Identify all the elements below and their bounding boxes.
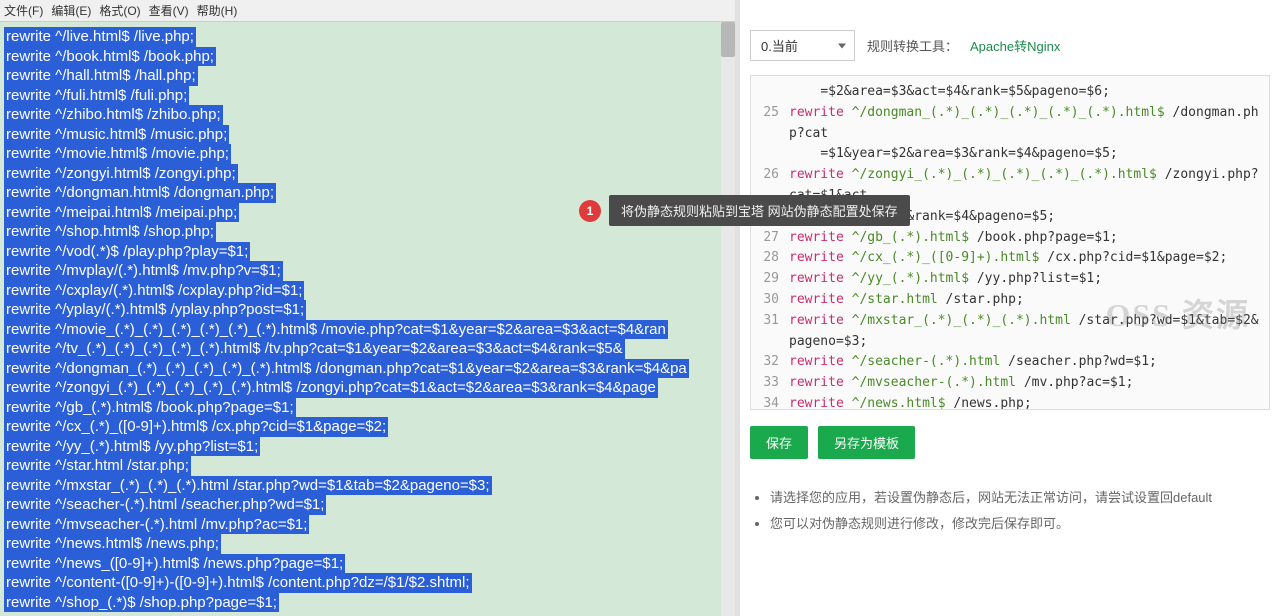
editor-line[interactable]: rewrite ^/gb_(.*).html$ /book.php?page=$… [4,398,296,418]
menu-item[interactable]: 帮助(H) [197,2,238,19]
apache-nginx-link[interactable]: Apache转Nginx [970,36,1060,55]
editor-line[interactable]: rewrite ^/tv_(.*)_(.*)_(.*)_(.*)_(.*).ht… [4,339,625,359]
code-line[interactable]: 34rewrite ^/news.html$ /news.php; [751,394,1269,410]
scroll-thumb[interactable] [721,22,735,57]
menu-item[interactable]: 文件(F) [4,2,43,19]
help-tips: 请选择您的应用，若设置伪静态后，网站无法正常访问，请尝试设置回default您可… [750,475,1270,547]
code-line[interactable]: 25rewrite ^/dongman_(.*)_(.*)_(.*)_(.*)_… [751,103,1269,145]
button-row: 保存 另存为模板 [750,410,1270,475]
text-editor[interactable]: rewrite ^/live.html$ /live.php;rewrite ^… [0,22,735,616]
editor-line[interactable]: rewrite ^/movie.html$ /movie.php; [4,144,231,164]
right-config-panel: 0.当前 规则转换工具： Apache转Nginx =$2&area=$3&ac… [740,0,1280,616]
editor-line[interactable]: rewrite ^/mvseacher-(.*).html /mv.php?ac… [4,515,309,535]
save-template-button[interactable]: 另存为模板 [818,426,915,459]
scrollbar[interactable] [721,22,735,616]
code-line[interactable]: 27rewrite ^/gb_(.*).html$ /book.php?page… [751,228,1269,249]
code-line[interactable]: =$2&area=$3&act=$4&rank=$5&pageno=$6; [751,82,1269,103]
editor-line[interactable]: rewrite ^/music.html$ /music.php; [4,125,229,145]
menu-item[interactable]: 格式(O) [99,2,140,19]
editor-line[interactable]: rewrite ^/yplay/(.*).html$ /yplay.php?po… [4,300,306,320]
editor-line[interactable]: rewrite ^/mxstar_(.*)_(.*)_(.*).html /st… [4,476,492,496]
editor-line[interactable]: rewrite ^/content-([0-9]+)-([0-9]+).html… [4,573,472,593]
editor-line[interactable]: rewrite ^/meipai.html$ /meipai.php; [4,203,239,223]
tip-item: 请选择您的应用，若设置伪静态后，网站无法正常访问，请尝试设置回default [770,485,1270,511]
editor-line[interactable]: rewrite ^/news.html$ /news.php; [4,534,221,554]
editor-line[interactable]: rewrite ^/book.html$ /book.php; [4,47,216,67]
editor-line[interactable]: rewrite ^/mvplay/(.*).html$ /mv.php?v=$1… [4,261,283,281]
menu-item[interactable]: 查看(V) [149,2,189,19]
code-line[interactable]: =$1&year=$2&area=$3&rank=$4&pageno=$5; [751,144,1269,165]
menu-item[interactable]: 编辑(E) [51,2,91,19]
editor-line[interactable]: rewrite ^/cx_(.*)_([0-9]+).html$ /cx.php… [4,417,388,437]
editor-line[interactable]: rewrite ^/live.html$ /live.php; [4,27,196,47]
tip-item: 您可以对伪静态规则进行修改，修改完后保存即可。 [770,511,1270,537]
code-line[interactable]: 28rewrite ^/cx_(.*)_([0-9]+).html$ /cx.p… [751,248,1269,269]
editor-line[interactable]: rewrite ^/yy_(.*).html$ /yy.php?list=$1; [4,437,260,457]
editor-line[interactable]: rewrite ^/vod(.*)$ /play.php?play=$1; [4,242,250,262]
editor-line[interactable]: rewrite ^/hall.html$ /hall.php; [4,66,198,86]
code-line[interactable]: 32rewrite ^/seacher-(.*).html /seacher.p… [751,352,1269,373]
code-line[interactable]: 30rewrite ^/star.html /star.php; [751,290,1269,311]
code-line[interactable]: 33rewrite ^/mvseacher-(.*).html /mv.php?… [751,373,1269,394]
editor-line[interactable]: rewrite ^/fuli.html$ /fuli.php; [4,86,189,106]
editor-line[interactable]: rewrite ^/seacher-(.*).html /seacher.php… [4,495,326,515]
editor-line[interactable]: rewrite ^/movie_(.*)_(.*)_(.*)_(.*)_(.*)… [4,320,668,340]
editor-line[interactable]: rewrite ^/zongyi_(.*)_(.*)_(.*)_(.*)_(.*… [4,378,658,398]
left-editor-panel: 文件(F) 编辑(E) 格式(O) 查看(V) 帮助(H) rewrite ^/live… [0,0,735,616]
editor-line[interactable]: rewrite ^/dongman_(.*)_(.*)_(.*)_(.*)_(.… [4,359,689,379]
tool-label: 规则转换工具： [867,36,958,55]
code-editor[interactable]: =$2&area=$3&act=$4&rank=$5&pageno=$6;25r… [750,75,1270,410]
editor-line[interactable]: rewrite ^/zhibo.html$ /zhibo.php; [4,105,223,125]
code-line[interactable]: 31rewrite ^/mxstar_(.*)_(.*)_(.*).html /… [751,311,1269,353]
save-button[interactable]: 保存 [750,426,808,459]
preset-dropdown[interactable]: 0.当前 [750,30,855,61]
editor-line[interactable]: rewrite ^/shop.html$ /shop.php; [4,222,216,242]
instruction-tooltip: 1 将伪静态规则粘贴到宝塔 网站伪静态配置处保存 [579,195,910,226]
editor-line[interactable]: rewrite ^/zongyi.html$ /zongyi.php; [4,164,238,184]
tooltip-text: 将伪静态规则粘贴到宝塔 网站伪静态配置处保存 [609,195,910,226]
editor-line[interactable]: rewrite ^/dongman.html$ /dongman.php; [4,183,276,203]
top-controls: 0.当前 规则转换工具： Apache转Nginx [750,0,1270,75]
code-line[interactable]: 29rewrite ^/yy_(.*).html$ /yy.php?list=$… [751,269,1269,290]
menu-bar: 文件(F) 编辑(E) 格式(O) 查看(V) 帮助(H) [0,0,735,22]
editor-line[interactable]: rewrite ^/star.html /star.php; [4,456,191,476]
editor-line[interactable]: rewrite ^/shop_(.*)$ /shop.php?page=$1; [4,593,279,613]
editor-line[interactable]: rewrite ^/cxplay/(.*).html$ /cxplay.php?… [4,281,304,301]
editor-line[interactable]: rewrite ^/news_([0-9]+).html$ /news.php?… [4,554,345,574]
tooltip-step-badge: 1 [579,200,601,222]
